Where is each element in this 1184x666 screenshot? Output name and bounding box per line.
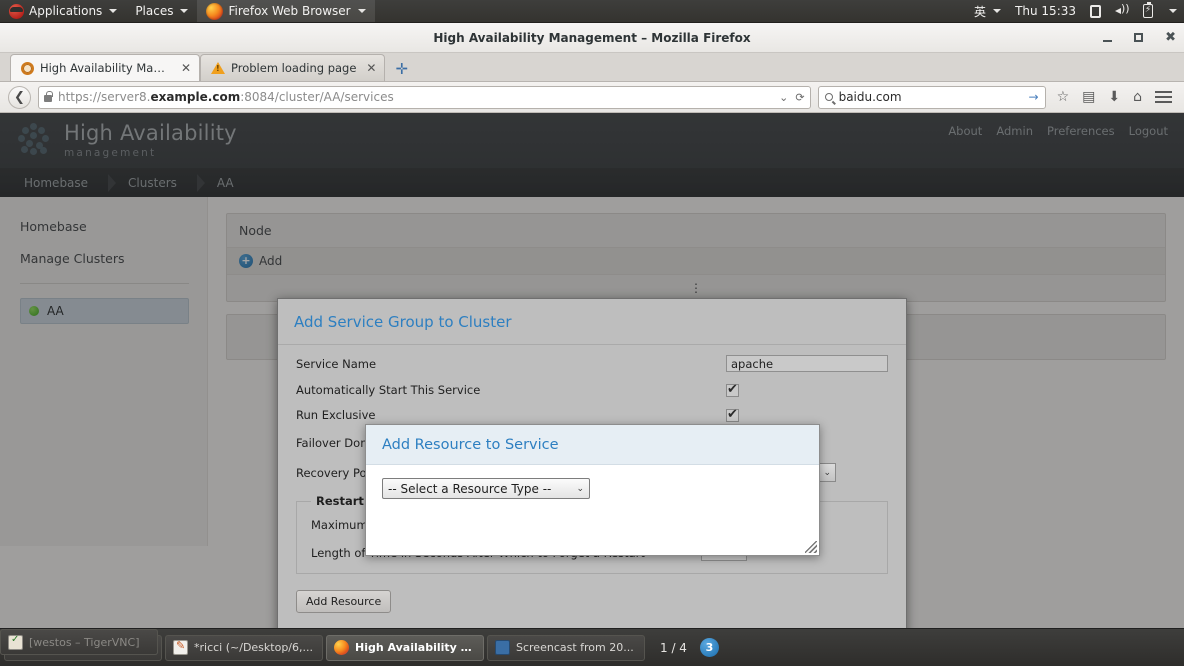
volume-indicator[interactable] [1108,0,1136,22]
nested-dialog-titlebar: Add Resource to Service [366,425,819,465]
taskbar: root@server7:~ *ricci (~/Desktop/6,... H… [0,628,1184,666]
firefox-icon [206,2,224,20]
firefox-window-menu[interactable]: Firefox Web Browser [197,0,375,22]
firefox-icon [334,640,349,655]
maximize-button[interactable] [1134,33,1144,42]
reload-icon[interactable]: ⟳ [795,91,804,104]
minimize-button[interactable] [1103,34,1113,42]
chevron-down-icon[interactable]: ⌄ [779,91,788,104]
taskbar-item-label: *ricci (~/Desktop/6,... [194,641,313,654]
applications-menu-label: Applications [29,4,103,18]
tab-problem-loading-page[interactable]: Problem loading page ✕ [200,54,386,81]
field-label: Service Name [296,356,377,371]
screencast-icon [495,640,510,655]
nested-dialog-body: -- Select a Resource Type -- ⌄ [366,465,819,512]
applications-menu[interactable]: Applications [0,0,126,22]
field-service-name: Service Name apache [296,355,888,372]
url-bar[interactable]: https://server8.example.com:8084/cluster… [38,85,811,109]
field-run-exclusive: Run Exclusive [296,407,888,422]
lock-icon [44,91,53,102]
system-menu[interactable] [1160,0,1184,22]
taskbar-item-vnc[interactable]: [westos – TigerVNC] [0,629,158,655]
resource-type-select-value: -- Select a Resource Type -- [388,481,552,496]
service-name-input[interactable]: apache [726,355,888,372]
firefox-window: High Availability Management – Mozilla F… [0,23,1184,628]
run-exclusive-checkbox[interactable] [726,407,739,422]
download-icon[interactable]: ⬇ [1108,89,1120,105]
nested-resize-grip[interactable] [805,541,817,553]
home-icon[interactable]: ⌂ [1133,89,1142,105]
clock-label: Thu 15:33 [1015,4,1076,18]
add-resource-button[interactable]: Add Resource [296,590,392,613]
chevron-down-icon [357,9,366,13]
tab-strip: High Availability Man... ✕ Problem loadi… [0,53,1184,82]
bookmark-star-icon[interactable]: ☆ [1057,89,1070,105]
field-label: Run Exclusive [296,408,376,422]
tab-label: Problem loading page [231,61,357,75]
resource-type-select[interactable]: -- Select a Resource Type -- ⌄ [382,478,590,499]
dialog-title: Add Service Group to Cluster [294,313,512,331]
taskbar-item-screencast[interactable]: Screencast from 20... [487,634,645,661]
editor-icon [173,639,188,655]
window-titlebar: High Availability Management – Mozilla F… [0,23,1184,53]
taskbar-item-label: Screencast from 20... [516,641,634,654]
desktop-top-panel: Applications Places Firefox Web Browser … [0,0,1184,23]
field-auto-start: Automatically Start This Service [296,382,888,397]
warning-icon [211,62,225,74]
search-input-value: baidu.com [838,90,902,104]
places-menu[interactable]: Places [126,0,197,22]
input-method-indicator[interactable]: 英 [967,0,1008,22]
search-icon [824,93,833,101]
search-bar[interactable]: baidu.com → [817,85,1046,109]
redhat-logo-icon [9,3,24,19]
field-label: Automatically Start This Service [296,383,481,397]
close-icon[interactable]: ✕ [366,61,376,75]
dialog-titlebar: Add Service Group to Cluster [278,299,906,345]
window-title: High Availability Management – Mozilla F… [433,30,751,45]
battery-icon: ⚡ [1143,2,1153,18]
tab-high-availability[interactable]: High Availability Man... ✕ [10,54,200,81]
page-content: High Availability management About Admin… [0,113,1184,628]
back-button[interactable]: ❮ [8,85,31,109]
firefox-window-menu-label: Firefox Web Browser [228,4,351,18]
chevron-down-icon [109,9,118,13]
notification-badge[interactable]: 3 [699,638,719,657]
clock[interactable]: Thu 15:33 [1008,0,1083,22]
menu-icon[interactable] [1155,90,1172,104]
speaker-icon [1115,2,1130,17]
close-icon[interactable]: ✕ [181,61,191,75]
display-indicator[interactable] [1083,0,1108,22]
chevron-down-icon: ⌄ [823,467,831,478]
close-button[interactable]: ✖ [1165,31,1176,44]
nested-dialog-title: Add Resource to Service [382,437,559,453]
url-text: https://server8.example.com:8084/cluster… [58,90,394,104]
input-method-label: 英 [974,4,987,19]
new-tab-button[interactable]: ✛ [385,60,418,81]
go-arrow-icon[interactable]: → [1029,90,1039,104]
workspace-switcher[interactable]: 1 / 4 [650,641,697,655]
vnc-icon [8,634,23,650]
reader-icon[interactable]: ▤ [1082,89,1095,105]
gear-icon [21,61,34,75]
taskbar-item-firefox[interactable]: High Availability Ma... [326,634,484,661]
taskbar-item-label: [westos – TigerVNC] [29,635,140,649]
screen-icon [1090,4,1101,18]
taskbar-item-editor[interactable]: *ricci (~/Desktop/6,... [165,634,323,661]
taskbar-item-label: High Availability Ma... [355,641,476,654]
navigation-toolbar: ❮ https://server8.example.com:8084/clust… [0,82,1184,113]
battery-indicator[interactable]: ⚡ [1136,0,1160,22]
chevron-down-icon [1169,9,1177,13]
add-resource-dialog: Add Resource to Service -- Select a Reso… [365,424,820,556]
chevron-down-icon: ⌄ [576,483,584,494]
tab-label: High Availability Man... [39,61,171,75]
chevron-down-icon [180,9,189,13]
auto-start-checkbox[interactable] [726,382,739,397]
chevron-down-icon [993,9,1002,13]
places-menu-label: Places [135,4,174,18]
